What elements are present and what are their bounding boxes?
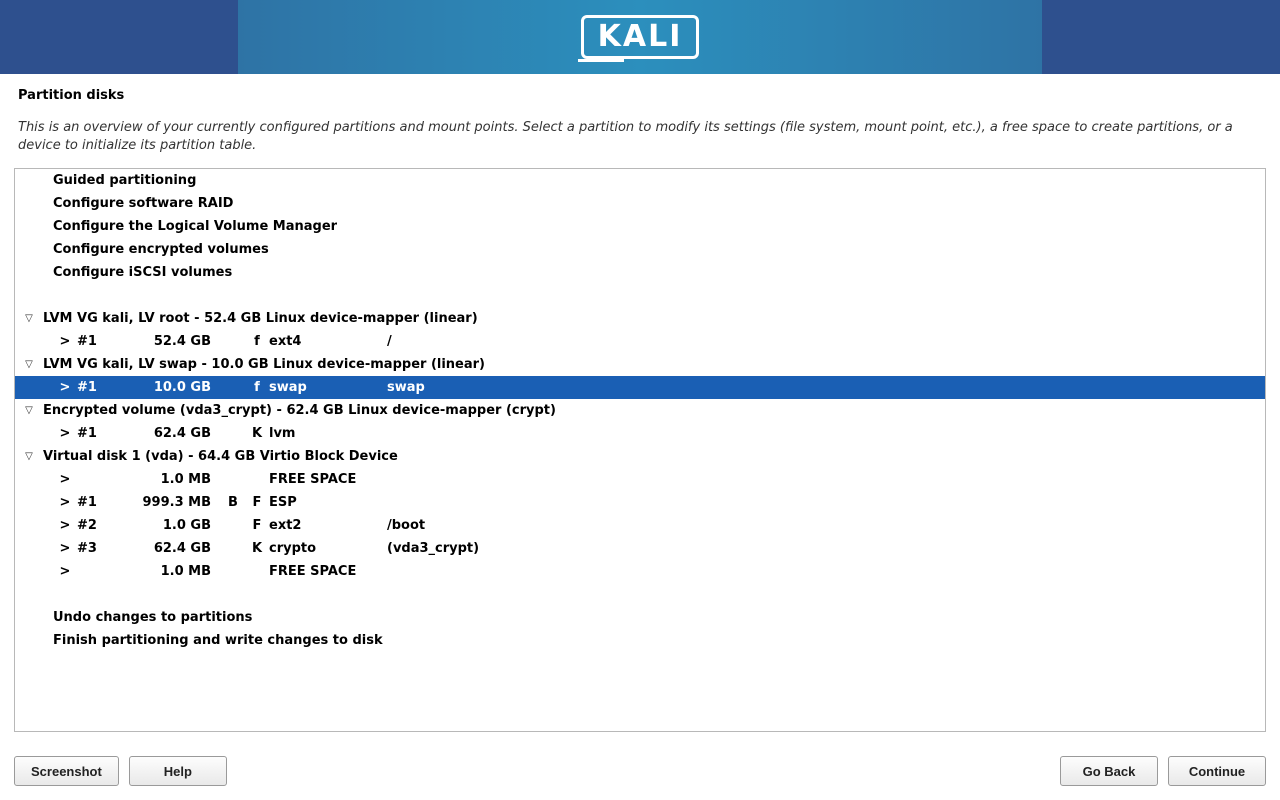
action-finish-partitioning[interactable]: Finish partitioning and write changes to… xyxy=(15,629,1265,652)
partition-num: #2 xyxy=(77,518,137,533)
list-item-label: Configure the Logical Volume Manager xyxy=(53,219,337,234)
partition-f2: K xyxy=(245,426,269,441)
disclosure-triangle-icon: ▽ xyxy=(21,451,37,462)
page-title: Partition disks xyxy=(0,74,1280,111)
list-item-label: Guided partitioning xyxy=(53,173,196,188)
device-header-label: Virtual disk 1 (vda) - 64.4 GB Virtio Bl… xyxy=(43,449,398,464)
partition-size: 1.0 GB xyxy=(137,518,221,533)
partition-num: #1 xyxy=(77,495,137,510)
partition-row[interactable]: >#21.0 GB Fext2/boot xyxy=(15,514,1265,537)
partition-f2: f xyxy=(245,334,269,349)
partition-fs: FREE SPACE xyxy=(269,564,387,579)
kali-logo-text: KALI xyxy=(598,19,683,54)
partition-mnt: (vda3_crypt) xyxy=(387,541,587,556)
partition-mnt: swap xyxy=(387,380,587,395)
list-spacer xyxy=(15,284,1265,307)
partition-size: 999.3 MB xyxy=(137,495,221,510)
kali-logo: KALI xyxy=(581,15,700,59)
instructions-text: This is an overview of your currently co… xyxy=(14,111,1266,168)
partition-fs: lvm xyxy=(269,426,387,441)
disclosure-triangle-icon: ▽ xyxy=(21,313,37,324)
list-spacer xyxy=(15,583,1265,606)
device-header[interactable]: ▽ LVM VG kali, LV root - 52.4 GB Linux de… xyxy=(15,307,1265,330)
partition-fs: FREE SPACE xyxy=(269,472,387,487)
list-item-label: Configure iSCSI volumes xyxy=(53,265,232,280)
action-guided-partitioning[interactable]: Guided partitioning xyxy=(15,169,1265,192)
device-header[interactable]: ▽ Virtual disk 1 (vda) - 64.4 GB Virtio B… xyxy=(15,445,1265,468)
action-configure-encrypted[interactable]: Configure encrypted volumes xyxy=(15,238,1265,261)
partition-f2: F xyxy=(245,518,269,533)
partition-row[interactable]: >1.0 MB FREE SPACE xyxy=(15,468,1265,491)
list-item-label: Undo changes to partitions xyxy=(53,610,252,625)
partition-fs: swap xyxy=(269,380,387,395)
partition-size: 1.0 MB xyxy=(137,472,221,487)
partition-size: 52.4 GB xyxy=(137,334,221,349)
screenshot-button[interactable]: Screenshot xyxy=(14,756,119,786)
partition-fs: ext4 xyxy=(269,334,387,349)
list-item-label: Configure software RAID xyxy=(53,196,233,211)
device-header-label: Encrypted volume (vda3_crypt) - 62.4 GB … xyxy=(43,403,556,418)
device-header[interactable]: ▽ LVM VG kali, LV swap - 10.0 GB Linux de… xyxy=(15,353,1265,376)
partition-f2: F xyxy=(245,495,269,510)
partition-size: 62.4 GB xyxy=(137,426,221,441)
partition-f1: B xyxy=(221,495,245,510)
partition-caret: > xyxy=(53,495,77,510)
header-banner: KALI xyxy=(0,0,1280,74)
help-button[interactable]: Help xyxy=(129,756,227,786)
list-item-label: Configure encrypted volumes xyxy=(53,242,269,257)
content-area: This is an overview of your currently co… xyxy=(0,111,1280,732)
disclosure-triangle-icon: ▽ xyxy=(21,405,37,416)
partition-row[interactable]: >#110.0 GBfswapswap xyxy=(15,376,1265,399)
partition-num: #1 xyxy=(77,334,137,349)
action-undo-changes[interactable]: Undo changes to partitions xyxy=(15,606,1265,629)
action-configure-raid[interactable]: Configure software RAID xyxy=(15,192,1265,215)
partition-fs: ext2 xyxy=(269,518,387,533)
partition-mnt: /boot xyxy=(387,518,587,533)
partition-num: #1 xyxy=(77,380,137,395)
partition-caret: > xyxy=(53,380,77,395)
partition-caret: > xyxy=(53,334,77,349)
partition-caret: > xyxy=(53,426,77,441)
partition-fs: ESP xyxy=(269,495,387,510)
partition-caret: > xyxy=(53,564,77,579)
partition-row[interactable]: >#1999.3 MBBFESP xyxy=(15,491,1265,514)
partition-row[interactable]: >#362.4 GB Kcrypto(vda3_crypt) xyxy=(15,537,1265,560)
partition-row[interactable]: >#152.4 GB fext4/ xyxy=(15,330,1265,353)
partition-mnt: / xyxy=(387,334,587,349)
partition-caret: > xyxy=(53,541,77,556)
partition-row[interactable]: >1.0 MB FREE SPACE xyxy=(15,560,1265,583)
header-center: KALI xyxy=(238,0,1042,74)
partition-size: 62.4 GB xyxy=(137,541,221,556)
go-back-button[interactable]: Go Back xyxy=(1060,756,1158,786)
partition-num: #1 xyxy=(77,426,137,441)
partition-caret: > xyxy=(53,472,77,487)
partition-size: 1.0 MB xyxy=(137,564,221,579)
action-configure-lvm[interactable]: Configure the Logical Volume Manager xyxy=(15,215,1265,238)
partition-size: 10.0 GB xyxy=(137,380,221,395)
device-header-label: LVM VG kali, LV root - 52.4 GB Linux dev… xyxy=(43,311,478,326)
partition-f2: f xyxy=(245,380,269,395)
partition-caret: > xyxy=(53,518,77,533)
footer-bar: Screenshot Help Go Back Continue xyxy=(0,744,1280,800)
device-header[interactable]: ▽ Encrypted volume (vda3_crypt) - 62.4 GB… xyxy=(15,399,1265,422)
partition-list[interactable]: Guided partitioning Configure software R… xyxy=(14,168,1266,732)
continue-button[interactable]: Continue xyxy=(1168,756,1266,786)
list-item-label: Finish partitioning and write changes to… xyxy=(53,633,383,648)
device-header-label: LVM VG kali, LV swap - 10.0 GB Linux dev… xyxy=(43,357,485,372)
partition-f2: K xyxy=(245,541,269,556)
disclosure-triangle-icon: ▽ xyxy=(21,359,37,370)
partition-row[interactable]: >#162.4 GB Klvm xyxy=(15,422,1265,445)
kali-logo-underline xyxy=(578,59,624,62)
partition-num: #3 xyxy=(77,541,137,556)
action-configure-iscsi[interactable]: Configure iSCSI volumes xyxy=(15,261,1265,284)
partition-fs: crypto xyxy=(269,541,387,556)
